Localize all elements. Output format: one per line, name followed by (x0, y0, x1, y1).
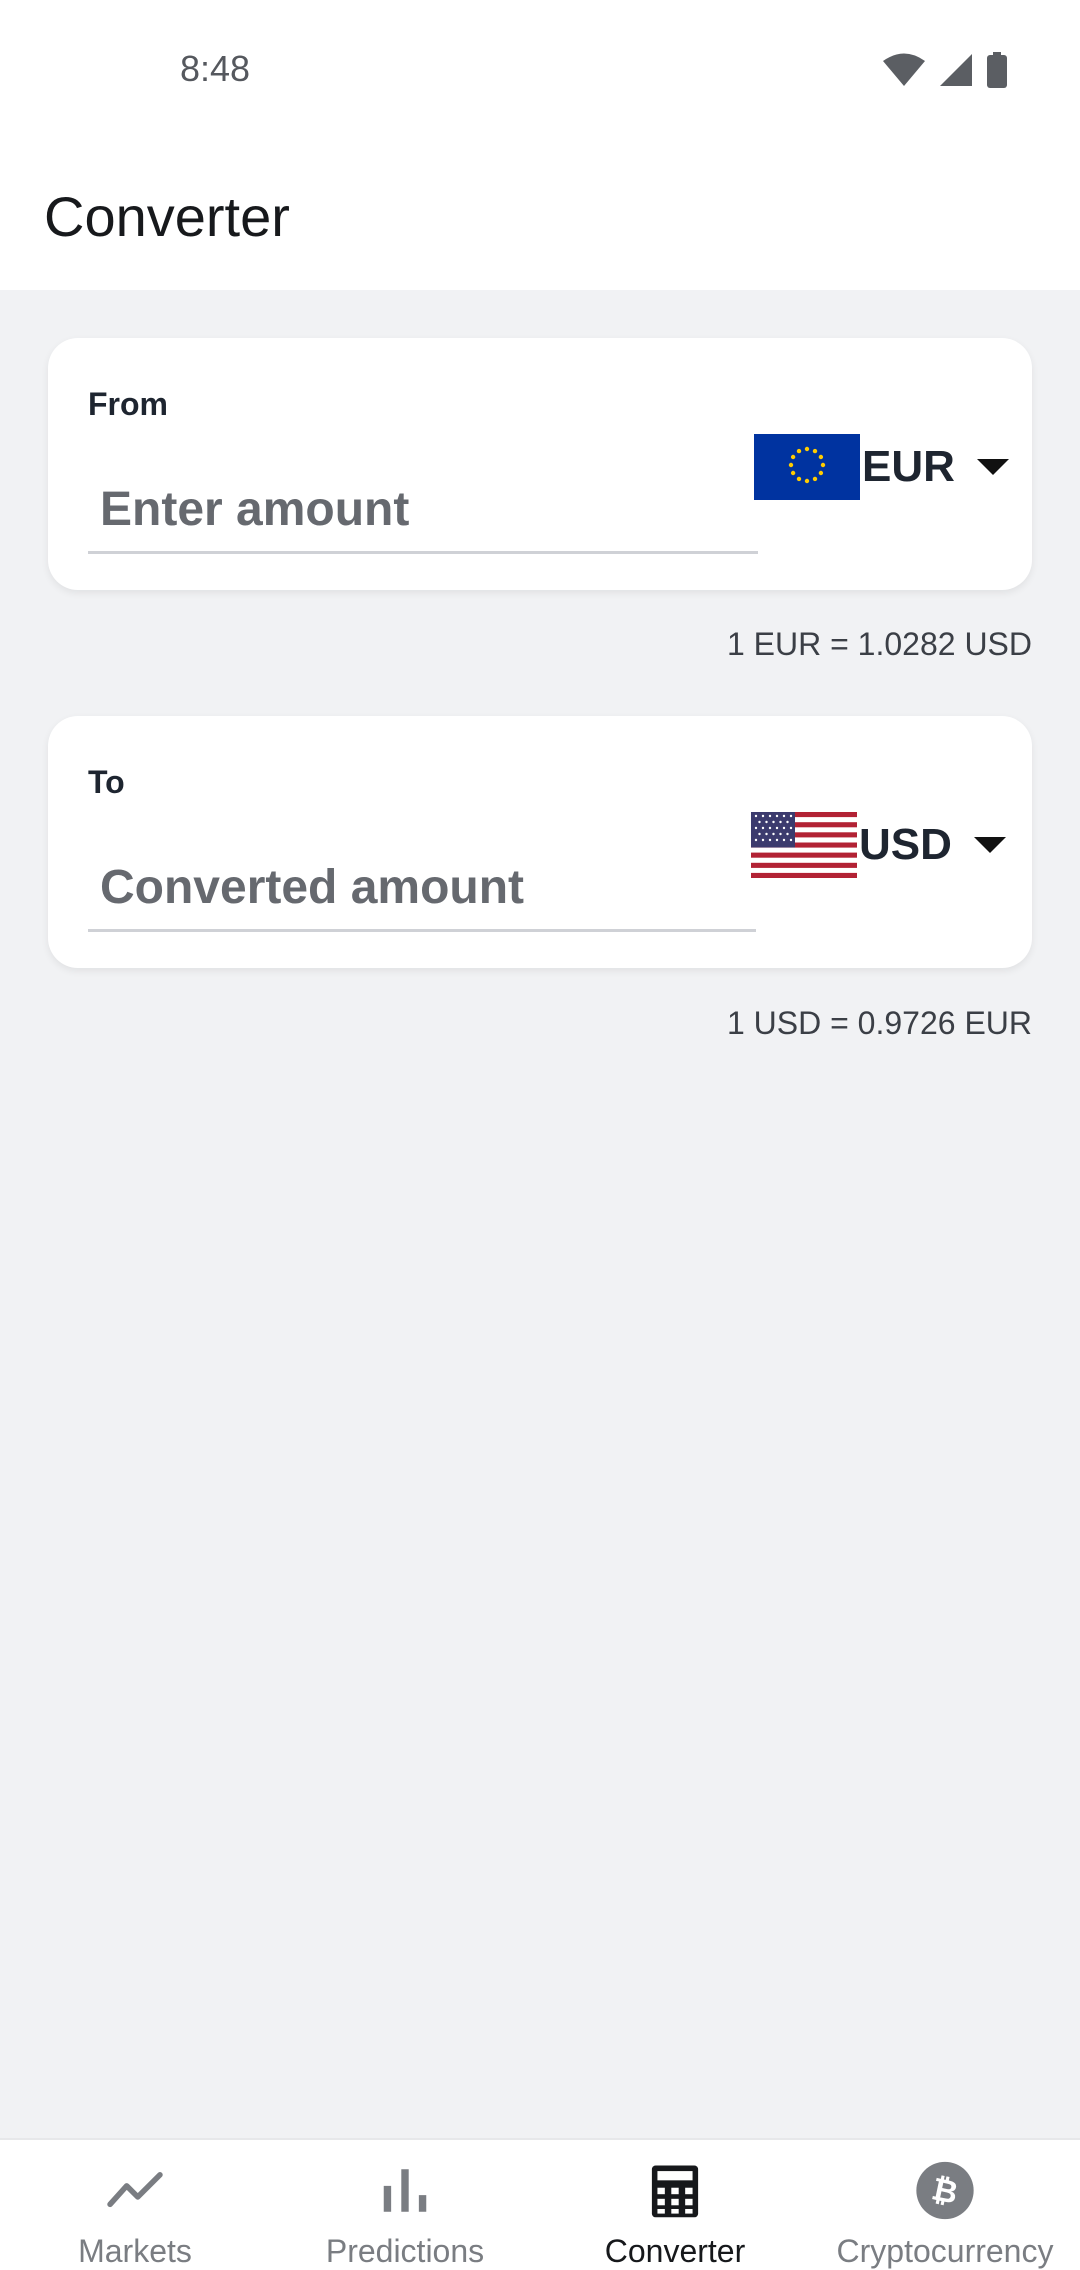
us-flag-icon (751, 812, 857, 878)
calculator-icon (651, 2165, 699, 2218)
to-card: To USD (48, 716, 1032, 968)
to-currency-select[interactable]: USD (751, 810, 1011, 880)
nav-item-converter[interactable]: Converter (540, 2140, 810, 2270)
page-title: Converter (44, 185, 290, 248)
to-amount-input[interactable] (88, 846, 756, 932)
caret-down-icon (976, 459, 1009, 475)
cellular-signal-icon (940, 54, 972, 86)
from-currency-select[interactable]: EUR (754, 432, 1014, 502)
status-time: 8:48 (180, 48, 251, 89)
app-bar: Converter (0, 140, 1080, 290)
from-currency-code: EUR (862, 442, 955, 491)
bottom-navigation: Markets Predictions Converter ₿ Cryptocu… (0, 2138, 1080, 2270)
nav-item-predictions[interactable]: Predictions (270, 2140, 540, 2270)
status-bar: 8:48 (0, 0, 1080, 140)
nav-item-cryptocurrency[interactable]: ₿ Cryptocurrency (810, 2140, 1080, 2270)
bitcoin-icon: ₿ (916, 2161, 974, 2220)
status-icons (882, 52, 1008, 88)
to-exchange-rate: 1 USD = 0.9726 EUR (726, 1005, 1032, 1041)
from-label: From (88, 386, 168, 422)
caret-down-icon (973, 837, 1006, 853)
battery-icon (987, 52, 1007, 88)
to-currency-code: USD (859, 820, 952, 869)
nav-label-predictions: Predictions (325, 2233, 485, 2269)
nav-label-converter: Converter (604, 2233, 746, 2269)
bar-chart-icon (383, 2169, 427, 2212)
from-card: From EUR (48, 338, 1032, 590)
from-amount-input[interactable] (88, 468, 758, 554)
wifi-icon (883, 53, 925, 86)
from-exchange-rate: 1 EUR = 1.0282 USD (726, 626, 1032, 662)
nav-label-cryptocurrency: Cryptocurrency (836, 2233, 1054, 2269)
to-label: To (88, 764, 125, 800)
nav-label-markets: Markets (78, 2233, 192, 2269)
trending-line-icon (107, 2172, 163, 2208)
nav-item-markets[interactable]: Markets (0, 2140, 270, 2270)
eu-flag-icon (754, 434, 860, 500)
